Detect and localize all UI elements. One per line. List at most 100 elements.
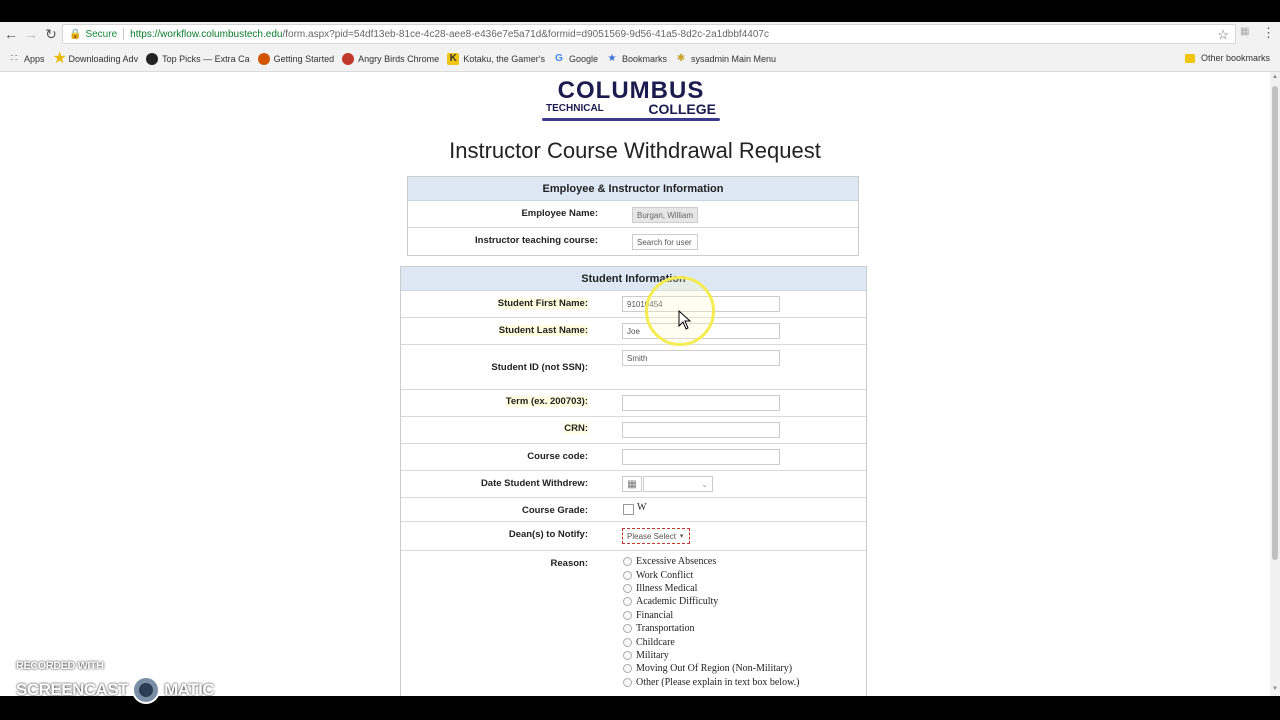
bookmark-bookmarks[interactable]: ★ Bookmarks <box>606 52 668 65</box>
reason-option[interactable]: Excessive Absences <box>623 555 799 568</box>
back-icon[interactable]: ← <box>2 25 20 43</box>
last-name-row: Student Last Name: Joe <box>401 318 866 345</box>
firefox-icon <box>257 52 270 65</box>
first-name-label: Student First Name: <box>497 298 588 309</box>
radio-button[interactable] <box>623 624 632 634</box>
folder-icon <box>1184 53 1195 63</box>
apps-grid-icon: ∷ <box>10 52 18 64</box>
reason-option[interactable]: Illness Medical <box>623 582 799 595</box>
radio-button[interactable] <box>623 557 632 567</box>
radio-button[interactable] <box>623 664 632 674</box>
reason-option[interactable]: Academic Difficulty <box>623 595 799 608</box>
first-name-row: Student First Name: 91010454 <box>401 291 866 318</box>
term-input[interactable] <box>622 395 780 411</box>
reason-option[interactable]: Transportation <box>623 622 799 635</box>
bookmark-star-icon[interactable]: ☆ <box>1217 27 1229 43</box>
bookmark-label: sysadmin Main Menu <box>691 53 777 64</box>
watermark-logo: SCREENCAST MATIC <box>16 676 215 704</box>
page-content: COLUMBUS TECHNICAL COLLEGE Instructor Cou… <box>0 72 1270 696</box>
bookmark-getting-started[interactable]: Getting Started <box>257 52 334 65</box>
student-id-input[interactable]: Smith <box>622 350 780 366</box>
course-code-input[interactable] <box>622 449 780 465</box>
grade-w-checkbox[interactable] <box>623 504 634 515</box>
employee-name-field[interactable]: Burgan, William <box>632 207 698 223</box>
employee-section-header: Employee & Instructor Information <box>408 177 858 201</box>
bookmark-downloading[interactable]: ★ Downloading Adv <box>52 49 139 67</box>
deans-select[interactable]: Please Select ▾ <box>622 528 690 544</box>
bookmark-top-picks[interactable]: Top Picks — Extra Ca <box>146 52 250 65</box>
employee-panel: Employee & Instructor Information Employ… <box>407 176 859 256</box>
reason-option[interactable]: Military <box>623 649 799 662</box>
calendar-button[interactable]: ▦ <box>622 476 642 492</box>
reason-option[interactable]: Financial <box>623 609 799 622</box>
radio-button[interactable] <box>623 637 632 647</box>
reason-text: Financial <box>636 609 674 621</box>
kotaku-icon: K <box>447 52 460 65</box>
reason-label: Reason: <box>550 558 588 569</box>
date-select[interactable]: ⌄ <box>643 476 713 492</box>
other-bookmarks[interactable]: Other bookmarks <box>1184 53 1270 63</box>
reload-icon[interactable]: ↻ <box>42 25 60 43</box>
bookmark-apps[interactable]: ∷ Apps <box>8 53 45 65</box>
course-code-row: Course code: <box>401 444 866 471</box>
crn-row: CRN: <box>401 417 866 444</box>
watermark-line1: RECORDED WITH <box>16 660 104 672</box>
course-grade-row: Course Grade: W <box>401 498 866 522</box>
page-title: Instructor Course Withdrawal Request <box>449 138 821 163</box>
bookmark-label: Google <box>568 53 598 64</box>
bookmarks-bar: ∷ Apps ★ Downloading Adv Top Picks — Extra… <box>0 46 1280 72</box>
star-icon: ★ <box>607 52 617 64</box>
college-logo: COLUMBUS TECHNICAL COLLEGE <box>542 79 720 122</box>
bookmark-label: Top Picks — Extra Ca <box>162 53 250 64</box>
logo-left-word: TECHNICAL <box>546 103 604 114</box>
bookmark-kotaku[interactable]: K Kotaku, the Gamer's <box>447 52 545 65</box>
radio-button[interactable] <box>623 677 632 687</box>
extension-icon[interactable]: ▦ <box>1240 26 1250 38</box>
page-scrollbar[interactable]: ▲ ▼ <box>1270 72 1280 696</box>
date-withdrew-label: Date Student Withdrew: <box>480 478 588 489</box>
reason-option[interactable]: Childcare <box>623 635 799 648</box>
url-path: /form.aspx?pid=54df13eb-81ce-4c28-aee8-e… <box>282 28 769 40</box>
reason-row: Reason: Excessive Absences Work Conflict… <box>401 551 866 696</box>
watermark-left: SCREENCAST <box>16 680 129 699</box>
reason-option[interactable]: Other (Please explain in text box below.… <box>623 676 799 689</box>
radio-button[interactable] <box>623 570 632 580</box>
bookmark-angry-birds[interactable]: Angry Birds Chrome <box>342 52 440 65</box>
reason-text: Childcare <box>636 636 675 648</box>
url-text: https://workflow.columbustech.edu/form.a… <box>130 29 769 40</box>
scroll-down-icon[interactable]: ▼ <box>1272 686 1278 692</box>
bookmark-sysadmin[interactable]: ✱ sysadmin Main Menu <box>675 53 776 65</box>
logo-swoosh <box>542 118 720 121</box>
student-id-label: Student ID (not SSN): <box>491 362 588 373</box>
instructor-row: Instructor teaching course: Search for u… <box>408 228 858 255</box>
radio-button[interactable] <box>623 610 632 620</box>
forward-icon[interactable]: → <box>22 25 40 43</box>
reason-option[interactable]: Moving Out Of Region (Non-Military) <box>623 662 799 675</box>
circle-icon <box>146 52 159 65</box>
reason-option[interactable]: Work Conflict <box>623 568 799 581</box>
scrollbar-thumb[interactable] <box>1272 86 1278 560</box>
bookmark-label: Bookmarks <box>621 53 667 64</box>
scroll-up-icon[interactable]: ▲ <box>1272 74 1278 80</box>
course-code-label: Course code: <box>527 451 588 462</box>
bookmark-label: Angry Birds Chrome <box>358 53 440 64</box>
instructor-search-input[interactable]: Search for user <box>632 234 698 250</box>
bird-icon <box>342 52 355 65</box>
deans-label: Dean(s) to Notify: <box>508 529 588 540</box>
course-grade-label: Course Grade: <box>522 505 588 516</box>
star-icon: ★ <box>52 49 67 67</box>
radio-button[interactable] <box>623 650 632 660</box>
term-label: Term (ex. 200703): <box>505 396 588 407</box>
radio-button[interactable] <box>623 583 632 593</box>
date-withdrew-row: Date Student Withdrew: ▦ ⌄ <box>401 471 866 498</box>
menu-icon[interactable]: ⋮ <box>1262 25 1275 41</box>
radio-button[interactable] <box>623 597 632 607</box>
reason-text: Transportation <box>636 623 695 635</box>
google-icon: G <box>555 52 563 64</box>
other-bookmarks-label: Other bookmarks <box>1200 53 1270 63</box>
crn-input[interactable] <box>622 422 780 438</box>
bookmark-google[interactable]: G Google <box>553 53 598 65</box>
bookmark-label: Downloading Adv <box>68 53 139 64</box>
reason-text: Military <box>636 649 669 661</box>
address-bar[interactable]: 🔒 Secure https://workflow.columbustech.e… <box>62 24 1236 44</box>
